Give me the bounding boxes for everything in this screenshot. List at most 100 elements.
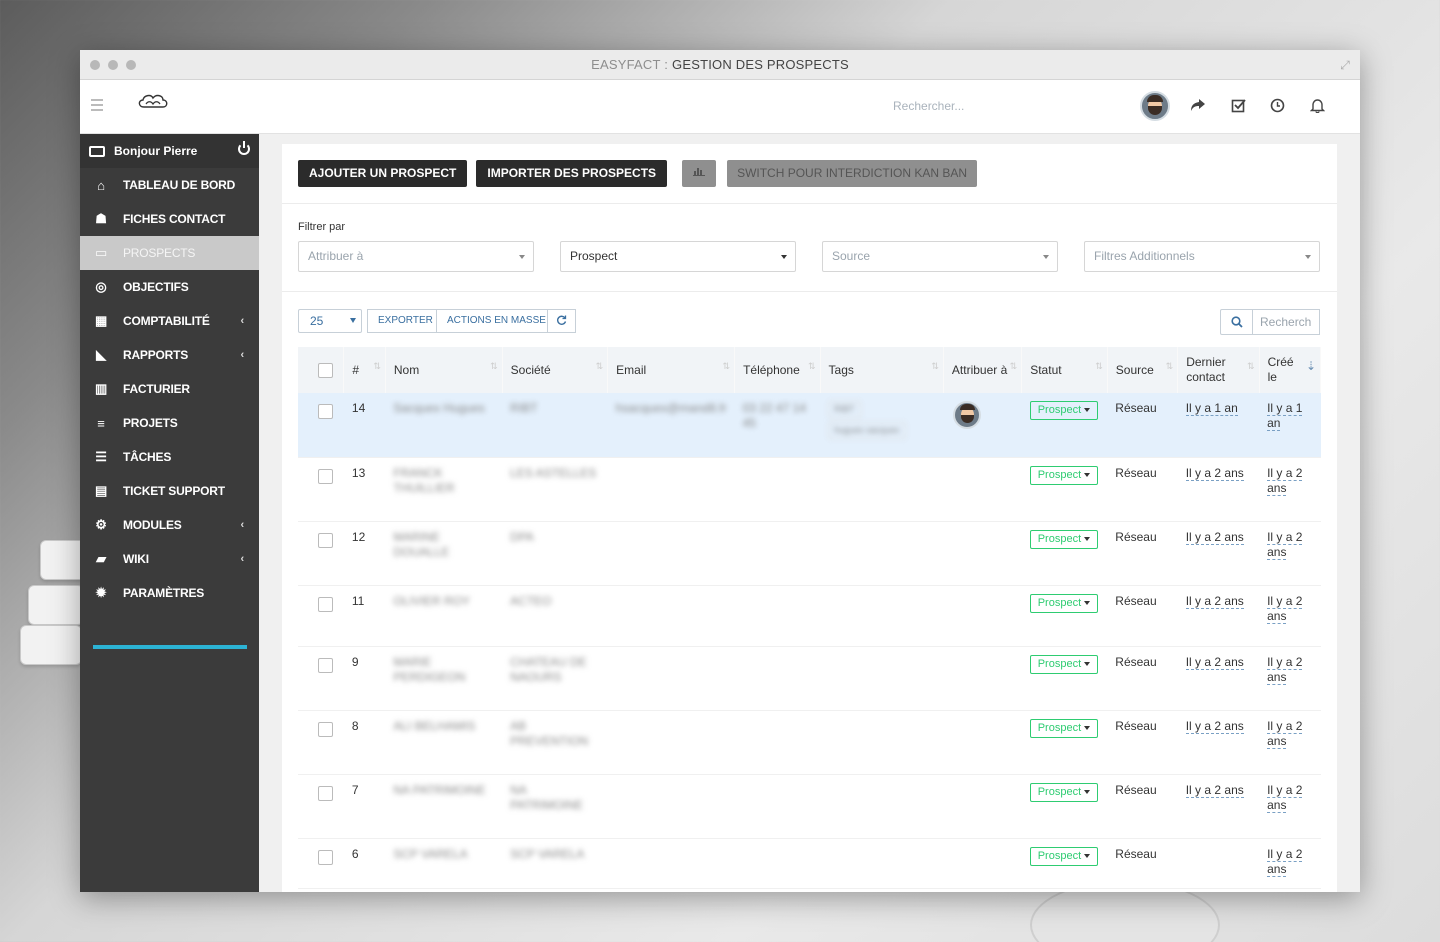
name-cell[interactable]: ALI BELHAMIS xyxy=(393,719,475,733)
status-label: Prospect xyxy=(1037,849,1082,862)
share-icon[interactable] xyxy=(1189,98,1207,116)
row-checkbox[interactable] xyxy=(318,849,333,865)
check-square-icon[interactable] xyxy=(1229,98,1247,116)
sidebar-item-label: PARAMÈTRES xyxy=(123,586,205,600)
row-checkbox[interactable] xyxy=(318,657,333,673)
column-header[interactable]: Statut ⇅ xyxy=(1021,347,1108,393)
status-dropdown[interactable]: Prospect xyxy=(1029,593,1099,613)
sidebar-item-tâches[interactable]: ☰ TÂCHES xyxy=(80,440,259,474)
status-dropdown[interactable]: Prospect xyxy=(1029,718,1099,738)
name-cell[interactable]: MARIE PERDIGEON xyxy=(393,655,465,684)
sidebar-item-wiki[interactable]: ▰ WIKI ‹ xyxy=(80,542,259,576)
status-dropdown[interactable]: Prospect xyxy=(1029,846,1099,866)
name-cell[interactable]: OLIVIER ROY xyxy=(393,594,470,608)
select-all-checkbox[interactable] xyxy=(318,362,333,378)
table-row[interactable]: 7 NA PATRIMOINE NA PATRIMOINE Prospect R… xyxy=(298,774,1321,838)
logout-icon[interactable] xyxy=(238,141,250,155)
tag-chip[interactable]: hugues sacquex xyxy=(828,422,906,439)
last-contact-cell: Il y a 2 ans xyxy=(1185,782,1244,798)
status-label: Prospect xyxy=(1037,596,1082,609)
add-prospect-button[interactable]: AJOUTER UN PROSPECT xyxy=(298,160,468,187)
page-length-select[interactable]: 25 xyxy=(298,309,362,333)
column-header[interactable]: Email ⇅ xyxy=(607,347,736,393)
brand-logo[interactable]: ​ xyxy=(135,92,171,116)
table-row[interactable]: 11 OLIVIER ROY ACTEO Prospect Réseau Il … xyxy=(298,585,1321,646)
source-cell: Réseau xyxy=(1115,465,1157,480)
table-row[interactable]: 12 MARINE DOUALLE DPA Prospect Réseau Il… xyxy=(298,521,1321,585)
column-header[interactable]: Téléphone ⇅ xyxy=(734,347,821,393)
sort-icon: ⇅ xyxy=(1247,361,1255,371)
export-button[interactable]: EXPORTER xyxy=(367,309,444,333)
caret-down-icon xyxy=(1084,600,1091,605)
sidebar-item-rapports[interactable]: ◣ RAPPORTS ‹ xyxy=(80,338,259,372)
email-cell[interactable]: hsacquex@mand8.fr xyxy=(616,401,727,415)
expand-icon[interactable]: ⤢ xyxy=(1340,58,1350,73)
column-header[interactable]: Nom ⇅ xyxy=(385,347,503,393)
assigned-avatar[interactable] xyxy=(953,401,982,429)
column-header[interactable]: Source ⇅ xyxy=(1107,347,1179,393)
sidebar-item-projets[interactable]: ≡ PROJETS xyxy=(80,406,259,440)
column-header[interactable]: # ⇅ xyxy=(343,347,386,393)
status-dropdown[interactable]: Prospect xyxy=(1029,782,1099,802)
close-dot[interactable] xyxy=(90,60,100,70)
additional-filter-select[interactable]: Filtres Additionnels xyxy=(1084,241,1320,272)
window-controls[interactable] xyxy=(90,60,136,70)
table-row[interactable]: 13 FRANCK THUILLIER LES ASTELLES Prospec… xyxy=(298,457,1321,521)
kanban-view-button[interactable] xyxy=(682,160,717,187)
name-cell[interactable]: Sacquex Hugues xyxy=(393,401,484,415)
tags-cell xyxy=(820,457,943,521)
table-row[interactable]: 9 MARIE PERDIGEON CHATEAU DE NAOURS Pros… xyxy=(298,646,1321,710)
sidebar-item-ticket-support[interactable]: ▤ TICKET SUPPORT xyxy=(80,474,259,508)
status-filter-select[interactable]: Prospect xyxy=(560,241,796,272)
sidebar-item-comptabilité[interactable]: ▦ COMPTABILITÉ ‹ xyxy=(80,304,259,338)
sidebar-item-paramètres[interactable]: ✹ PARAMÈTRES xyxy=(80,576,259,610)
mass-actions-button[interactable]: ACTIONS EN MASSE xyxy=(436,309,557,333)
table-row[interactable]: 8 ALI BELHAMIS AB PREVENTION Prospect Ré… xyxy=(298,710,1321,774)
clock-icon[interactable] xyxy=(1268,98,1286,116)
menu-toggle-icon[interactable] xyxy=(91,99,103,114)
column-header[interactable]: Dernier contact ⇅ xyxy=(1177,347,1260,393)
sidebar-item-objectifs[interactable]: ◎ OBJECTIFS xyxy=(80,270,259,304)
minimize-dot[interactable] xyxy=(108,60,118,70)
sidebar-item-modules[interactable]: ⚙ MODULES ‹ xyxy=(80,508,259,542)
row-checkbox[interactable] xyxy=(318,468,333,484)
name-cell[interactable]: SCP VARELA xyxy=(393,847,467,861)
select-all-header xyxy=(298,347,345,393)
table-search-button[interactable] xyxy=(1220,309,1253,335)
import-prospects-button[interactable]: IMPORTER DES PROSPECTS xyxy=(476,160,668,187)
row-checkbox[interactable] xyxy=(318,532,333,548)
column-header[interactable]: Attribuer à ⇅ xyxy=(943,347,1023,393)
sort-icon: ⇅ xyxy=(1009,361,1018,371)
table-search-input[interactable]: Recherch xyxy=(1252,309,1320,335)
assign-filter-select[interactable]: Attribuer à xyxy=(298,241,534,272)
status-dropdown[interactable]: Prospect xyxy=(1029,401,1099,420)
source-filter-select[interactable]: Source xyxy=(822,241,1058,272)
column-header[interactable]: Tags ⇅ xyxy=(820,347,944,393)
sidebar-item-prospects[interactable]: ▭ PROSPECTS xyxy=(80,236,259,270)
zoom-dot[interactable] xyxy=(126,60,136,70)
tag-chip[interactable]: RIBT xyxy=(828,401,861,418)
sidebar-item-tableau-de-bord[interactable]: ⌂ TABLEAU DE BORD xyxy=(80,168,259,202)
sidebar-item-fiches-contact[interactable]: ☗ FICHES CONTACT xyxy=(80,202,259,236)
table-row[interactable]: 6 SCP VARELA SCP VARELA Prospect Réseau … xyxy=(298,838,1321,888)
column-header[interactable]: Créé le ⇣ xyxy=(1259,347,1322,393)
status-dropdown[interactable]: Prospect xyxy=(1029,654,1099,674)
kanban-switch-button[interactable]: SWITCH POUR INTERDICTION KAN BAN xyxy=(727,160,978,187)
name-cell[interactable]: FRANCK THUILLIER xyxy=(393,466,454,495)
status-dropdown[interactable]: Prospect xyxy=(1029,465,1099,485)
column-header[interactable]: Société ⇅ xyxy=(502,347,609,393)
row-checkbox[interactable] xyxy=(318,404,333,419)
bell-icon[interactable] xyxy=(1308,98,1326,116)
global-search-input[interactable]: Rechercher... xyxy=(893,99,964,113)
name-cell[interactable]: NA PATRIMOINE xyxy=(393,783,485,797)
status-dropdown[interactable]: Prospect xyxy=(1029,529,1099,549)
row-checkbox[interactable] xyxy=(318,596,333,612)
sidebar-item-facturier[interactable]: ▥ FACTURIER xyxy=(80,372,259,406)
user-avatar[interactable] xyxy=(1140,91,1170,121)
filter-section: Filtrer par Attribuer à Prospect Source … xyxy=(282,204,1337,292)
table-row[interactable]: 14 Sacquex Hugues RIBT hsacquex@mand8.fr… xyxy=(298,393,1321,457)
row-checkbox[interactable] xyxy=(318,721,333,737)
row-checkbox[interactable] xyxy=(318,785,333,801)
name-cell[interactable]: MARINE DOUALLE xyxy=(393,530,449,559)
refresh-button[interactable] xyxy=(547,309,576,333)
